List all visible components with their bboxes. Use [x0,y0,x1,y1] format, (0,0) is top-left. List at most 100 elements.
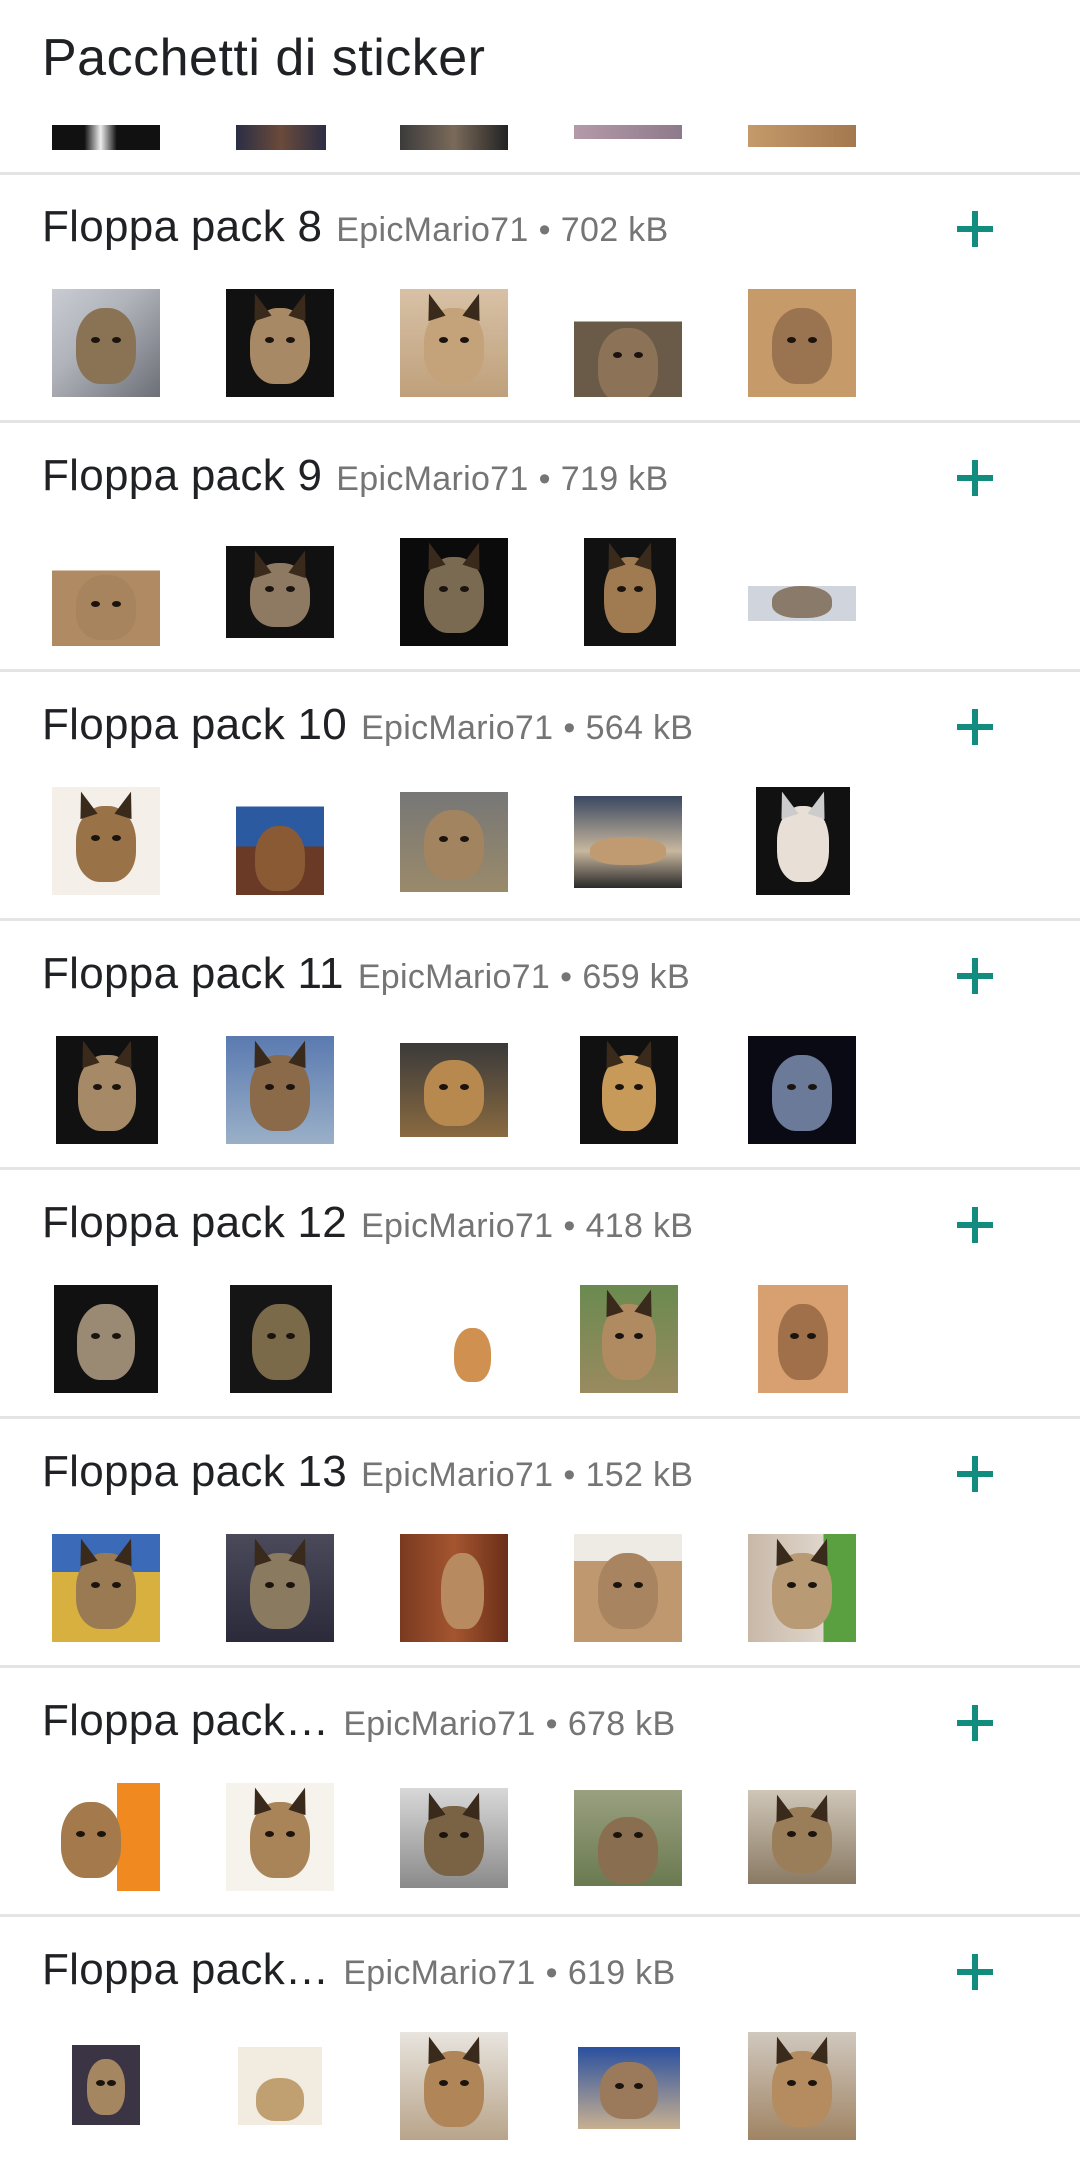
sticker-thumbnail[interactable] [758,1285,848,1393]
add-pack-button[interactable] [950,702,1000,752]
sticker-thumbnail[interactable] [238,2047,322,2125]
sticker-thumbnail[interactable] [574,1790,682,1886]
meta-separator: • [538,460,551,498]
sticker-thumbnail[interactable] [400,2032,508,2140]
pack-header: Floppa pack… EpicMario71 • 678 kB [42,1696,675,1752]
pack-size: 418 kB [585,1207,694,1245]
pack-meta: EpicMario71 • 678 kB [343,1705,675,1744]
meta-separator: • [538,211,551,249]
sticker-thumbnail[interactable] [52,125,160,150]
pack-header: Floppa pack 9 EpicMario71 • 719 kB [42,451,668,507]
sticker-thumbnail[interactable] [400,289,508,397]
sticker-thumbnail[interactable] [400,1285,508,1393]
pack-row[interactable]: Floppa pack… EpicMario71 • 619 kB [0,1917,1080,2163]
sticker-thumbnail[interactable] [748,2032,856,2140]
pack-row[interactable]: Floppa pack 11 EpicMario71 • 659 kB [0,921,1080,1167]
pack-name: Floppa pack 9 [42,451,323,500]
pack-row[interactable]: Floppa pack 12 EpicMario71 • 418 kB [0,1170,1080,1416]
sticker-thumbnail[interactable] [748,1534,856,1642]
pack-header: Floppa pack 8 EpicMario71 • 702 kB [42,202,668,258]
add-pack-button[interactable] [950,951,1000,1001]
meta-separator: • [563,1456,576,1494]
sticker-thumbnail[interactable] [748,1790,856,1884]
sticker-thumbnail[interactable] [574,796,682,888]
sticker-thumbnail[interactable] [400,1534,508,1642]
pack-size: 719 kB [560,460,669,498]
sticker-thumbnail[interactable] [52,1534,160,1642]
pack-meta: EpicMario71 • 564 kB [361,709,693,748]
pack-author: EpicMario71 [343,1954,536,1992]
sticker-thumbnail[interactable] [52,1783,160,1891]
add-pack-button[interactable] [950,1947,1000,1997]
pack-author: EpicMario71 [361,1207,554,1245]
pack-row[interactable]: Floppa pack 9 EpicMario71 • 719 kB [0,423,1080,669]
meta-separator: • [563,709,576,747]
add-pack-button[interactable] [950,1698,1000,1748]
sticker-thumbnail[interactable] [52,538,160,646]
sticker-thumbnail[interactable] [748,563,856,621]
plus-icon [957,1954,993,1990]
pack-name: Floppa pack 8 [42,202,323,251]
pack-name: Floppa pack 11 [42,949,344,998]
sticker-thumbnail[interactable] [54,1285,158,1393]
add-pack-button[interactable] [950,1200,1000,1250]
pack-size: 564 kB [585,709,694,747]
meta-separator: • [545,1705,558,1743]
sticker-thumbnail[interactable] [400,125,508,150]
pack-header: Floppa pack 11 EpicMario71 • 659 kB [42,949,690,1005]
sticker-thumbnail[interactable] [584,538,676,646]
sticker-thumbnail[interactable] [400,792,508,892]
page-title: Pacchetti di sticker [42,29,486,87]
sticker-thumbnail[interactable] [236,125,326,150]
sticker-thumbnail[interactable] [226,1036,334,1144]
sticker-thumbnail[interactable] [56,1036,158,1144]
pack-size: 678 kB [567,1705,676,1743]
pack-meta: EpicMario71 • 418 kB [361,1207,693,1246]
sticker-thumbnail[interactable] [52,787,160,895]
sticker-thumbnail[interactable] [574,125,682,139]
pack-row[interactable]: Floppa pack 10 EpicMario71 • 564 kB [0,672,1080,918]
sticker-thumbnail[interactable] [748,125,856,147]
meta-separator: • [560,958,573,996]
plus-icon [957,211,993,247]
add-pack-button[interactable] [950,453,1000,503]
pack-author: EpicMario71 [336,460,529,498]
pack-size: 702 kB [560,211,669,249]
sticker-thumbnail[interactable] [230,1285,332,1393]
pack-author: EpicMario71 [361,1456,554,1494]
pack-size: 659 kB [582,958,690,996]
sticker-thumbnail[interactable] [226,1783,334,1891]
plus-icon [957,709,993,745]
sticker-thumbnail[interactable] [226,546,334,638]
pack-row[interactable]: Floppa pack 8 EpicMario71 • 702 kB [0,174,1080,420]
sticker-thumbnail[interactable] [574,1534,682,1642]
sticker-thumbnail[interactable] [226,1534,334,1642]
add-pack-button[interactable] [950,204,1000,254]
pack-name: Floppa pack 12 [42,1198,348,1247]
pack-header: Floppa pack 10 EpicMario71 • 564 kB [42,700,693,756]
sticker-thumbnail[interactable] [236,787,324,895]
sticker-thumbnail[interactable] [748,289,856,397]
pack-author: EpicMario71 [357,958,551,996]
pack-row[interactable]: Floppa pack… EpicMario71 • 678 kB [0,1668,1080,1914]
sticker-thumbnail[interactable] [400,1043,508,1137]
add-pack-button[interactable] [950,1449,1000,1499]
sticker-thumbnail[interactable] [748,1036,856,1144]
sticker-thumbnail[interactable] [226,289,334,397]
sticker-thumbnail[interactable] [580,1036,678,1144]
sticker-thumbnail[interactable] [400,1788,508,1888]
sticker-thumbnail[interactable] [574,289,682,397]
pack-meta: EpicMario71 • 702 kB [336,211,668,250]
pack-row[interactable]: Floppa pack 13 EpicMario71 • 152 kB [0,1419,1080,1665]
pack-header: Floppa pack 12 EpicMario71 • 418 kB [42,1198,693,1254]
sticker-thumbnail[interactable] [52,289,160,397]
pack-header: Floppa pack 13 EpicMario71 • 152 kB [42,1447,693,1503]
pack-meta: EpicMario71 • 619 kB [343,1954,675,1993]
previous-pack-stickers-partial [0,125,1080,174]
sticker-thumbnail[interactable] [578,2047,680,2129]
sticker-thumbnail[interactable] [580,1285,678,1393]
pack-author: EpicMario71 [361,709,554,747]
sticker-thumbnail[interactable] [756,787,850,895]
sticker-thumbnail[interactable] [72,2045,140,2125]
sticker-thumbnail[interactable] [400,538,508,646]
